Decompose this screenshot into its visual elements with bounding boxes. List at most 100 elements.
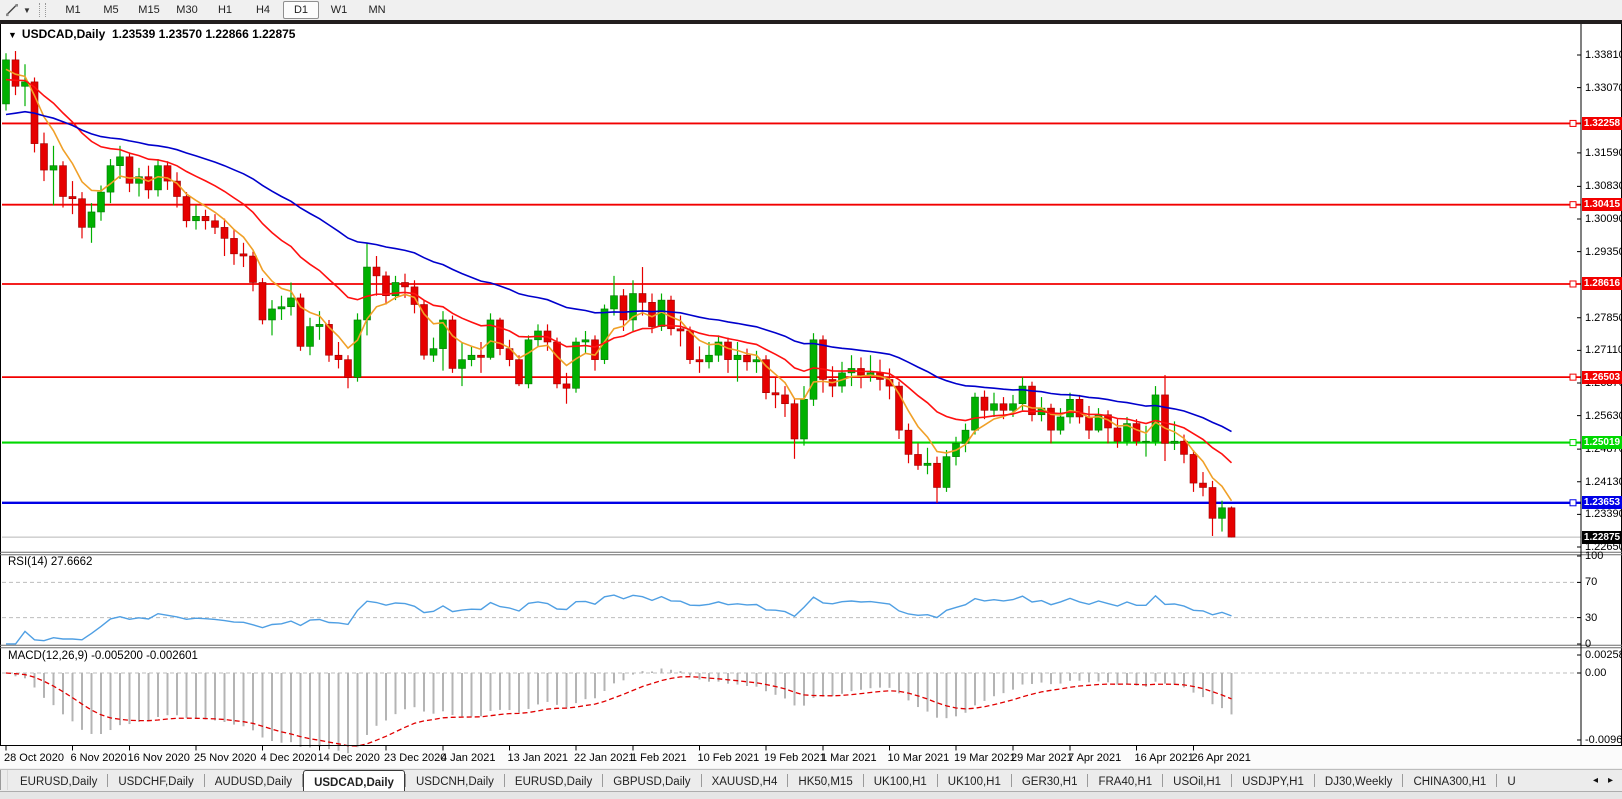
date-axis-label: 19 Mar 2021 xyxy=(954,752,1016,764)
chart-canvas[interactable] xyxy=(0,0,1622,798)
date-axis-label: 23 Dec 2020 xyxy=(384,752,446,764)
candle-body xyxy=(801,399,808,439)
price-level-tag: 1.30415 xyxy=(1582,198,1622,211)
candle-body xyxy=(1143,441,1150,442)
candle-body xyxy=(402,282,409,286)
tab-scroll-left-icon[interactable]: ◂ xyxy=(1588,775,1603,786)
line-handle xyxy=(1570,202,1576,208)
candle-body xyxy=(516,360,523,384)
macd-name: MACD(12,26,9) xyxy=(8,650,88,662)
symbol-tab-fra40-h1[interactable]: FRA40,H1 xyxy=(1088,771,1162,791)
candle-body xyxy=(316,324,323,326)
candle-body xyxy=(1162,395,1169,443)
line-handle xyxy=(1570,120,1576,126)
tool-dropdown-caret-icon[interactable]: ▼ xyxy=(21,6,33,15)
candle-body xyxy=(1219,508,1226,519)
price-tick-label: 1.27110 xyxy=(1585,344,1622,356)
candle-body xyxy=(734,355,741,359)
symbol-tab-usoil-h1[interactable]: USOil,H1 xyxy=(1163,771,1231,791)
timeframe-button-m1[interactable]: M1 xyxy=(55,1,91,19)
timeframe-button-m30[interactable]: M30 xyxy=(169,1,205,19)
chart-title: ▼ USDCAD,Daily 1.23539 1.23570 1.22866 1.… xyxy=(8,27,295,41)
date-axis-label: 16 Apr 2021 xyxy=(1135,752,1194,764)
symbol-tab-hk50-m15[interactable]: HK50,M15 xyxy=(788,771,862,791)
symbol-tab-eurusd-daily[interactable]: EURUSD,Daily xyxy=(10,771,107,791)
price-tick-label: 1.24130 xyxy=(1585,476,1622,488)
date-axis-label: 22 Jan 2021 xyxy=(574,752,635,764)
timeframe-button-d1[interactable]: D1 xyxy=(283,1,319,19)
chart-dropdown-icon[interactable]: ▼ xyxy=(8,30,17,40)
macd-indicator-label: MACD(12,26,9) -0.005200 -0.002601 xyxy=(8,650,198,662)
candle-body xyxy=(620,296,627,320)
timeframe-button-w1[interactable]: W1 xyxy=(321,1,357,19)
tab-scroll-arrows: ◂▸ xyxy=(1588,770,1622,790)
symbol-tab-uk100-h1[interactable]: UK100,H1 xyxy=(938,771,1011,791)
rsi-axis-label: 70 xyxy=(1585,576,1597,588)
candle-body xyxy=(924,463,931,465)
symbol-tab-china300-h1[interactable]: CHINA300,H1 xyxy=(1403,771,1496,791)
candle-body xyxy=(269,309,276,320)
candle-body xyxy=(117,157,124,166)
symbol-tab-usdchf-daily[interactable]: USDCHF,Daily xyxy=(108,771,203,791)
symbol-tab-uk100-h1[interactable]: UK100,H1 xyxy=(864,771,937,791)
macd-axis-label: -0.00968 xyxy=(1585,734,1622,746)
date-axis-label: 10 Mar 2021 xyxy=(888,752,950,764)
chart-ohlc-values: 1.23539 1.23570 1.22866 1.22875 xyxy=(112,27,296,41)
date-axis-label: 26 Apr 2021 xyxy=(1192,752,1251,764)
symbol-tab-dj30-weekly[interactable]: DJ30,Weekly xyxy=(1315,771,1403,791)
candle-body xyxy=(345,360,352,378)
candle-body xyxy=(478,355,485,357)
timeframe-toolbar: ▼ M1M5M15M30H1H4D1W1MN xyxy=(0,0,1622,20)
symbol-tab-eurusd-daily[interactable]: EURUSD,Daily xyxy=(505,771,602,791)
symbol-tab-ger30-h1[interactable]: GER30,H1 xyxy=(1012,771,1088,791)
candle-body xyxy=(753,360,760,362)
candle-body xyxy=(573,342,580,388)
candle-body xyxy=(145,177,152,190)
candle-body xyxy=(972,397,979,430)
candle-body xyxy=(1048,408,1055,430)
candle-body xyxy=(1019,386,1026,404)
candle-body xyxy=(525,340,532,384)
candle-body xyxy=(430,349,437,356)
symbol-tab-usdcnh-daily[interactable]: USDCNH,Daily xyxy=(406,771,504,791)
candle-body xyxy=(725,342,732,360)
candle-body xyxy=(934,463,941,487)
symbol-tab-gbpusd-daily[interactable]: GBPUSD,Daily xyxy=(603,771,700,791)
symbol-tab-xauusd-h4[interactable]: XAUUSD,H4 xyxy=(702,771,788,791)
candle-body xyxy=(449,320,456,368)
price-tick-label: 1.23390 xyxy=(1585,508,1622,520)
symbol-tab-u[interactable]: U xyxy=(1497,771,1525,791)
candle-body xyxy=(259,282,266,319)
tab-scroll-right-icon[interactable]: ▸ xyxy=(1603,775,1618,786)
symbol-tab-audusd-daily[interactable]: AUDUSD,Daily xyxy=(205,771,302,791)
candle-body xyxy=(601,309,608,360)
candle-body xyxy=(3,60,10,104)
trendline-tool-icon[interactable] xyxy=(3,2,21,18)
candle-body xyxy=(592,340,599,360)
timeframe-button-mn[interactable]: MN xyxy=(359,1,395,19)
trendline-tool-glyph xyxy=(5,3,19,17)
symbol-tab-usdjpy-h1[interactable]: USDJPY,H1 xyxy=(1232,771,1314,791)
candle-body xyxy=(744,355,751,362)
date-axis-label: 10 Feb 2021 xyxy=(698,752,760,764)
candle-body xyxy=(1010,404,1017,411)
timeframe-button-m5[interactable]: M5 xyxy=(93,1,129,19)
toolbar-grip xyxy=(39,3,46,17)
candle-body xyxy=(307,327,314,347)
candle-body xyxy=(212,221,219,228)
timeframe-button-m15[interactable]: M15 xyxy=(131,1,167,19)
candle-body xyxy=(69,197,76,199)
candle-body xyxy=(782,395,789,404)
price-tick-label: 1.27850 xyxy=(1585,312,1622,324)
candle-body xyxy=(126,157,133,183)
candle-body xyxy=(250,256,257,282)
candle-body xyxy=(611,296,618,309)
candle-body xyxy=(1114,428,1121,441)
candle-body xyxy=(1067,399,1074,417)
macd-axis-label: 0.00 xyxy=(1585,667,1606,679)
timeframe-button-h4[interactable]: H4 xyxy=(245,1,281,19)
chart-symbol-label: USDCAD,Daily xyxy=(22,27,105,41)
candle-body xyxy=(297,298,304,346)
timeframe-button-h1[interactable]: H1 xyxy=(207,1,243,19)
price-level-tag: 1.23653 xyxy=(1582,496,1622,509)
